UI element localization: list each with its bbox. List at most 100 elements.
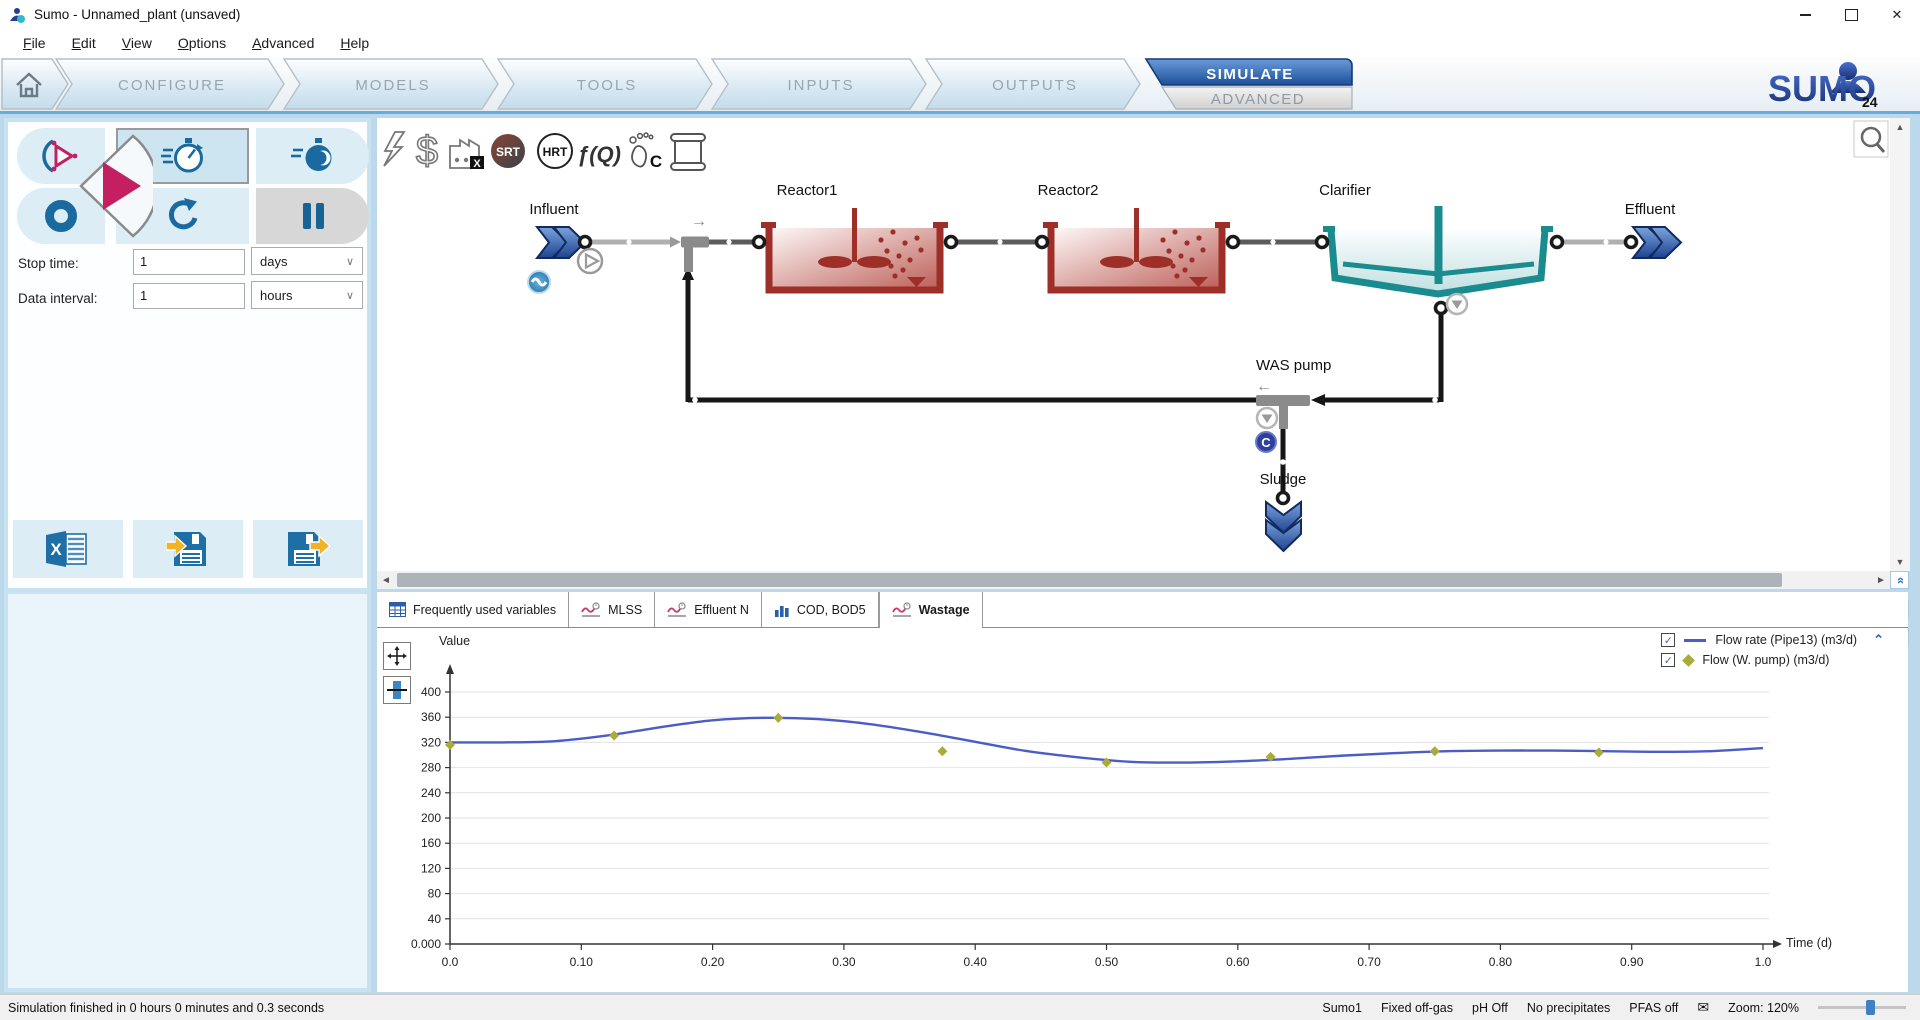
zoom-tool[interactable] [1854, 121, 1888, 157]
tab-frequently-used-variables[interactable]: Frequently used variables [377, 592, 569, 627]
influent-pump-icon[interactable] [578, 249, 602, 273]
save-state-button[interactable] [253, 520, 363, 578]
legend-row-flow-pump: ✓ Flow (W. pump) (m3/d) [1661, 653, 1884, 667]
was-valve-icon[interactable] [1257, 408, 1277, 428]
svg-text:0.20: 0.20 [701, 955, 725, 969]
chart-plot-area[interactable]: 40036032028024020016012080400.0000.00.10… [377, 628, 1908, 992]
effluent-unit[interactable] [1633, 227, 1681, 258]
series1-checkbox[interactable]: ✓ [1661, 633, 1675, 647]
zoom-slider-thumb[interactable] [1866, 1000, 1875, 1015]
chart-axis-button[interactable] [383, 676, 411, 704]
svg-text:1.0: 1.0 [1755, 955, 1772, 969]
menu-view[interactable]: View [109, 31, 165, 55]
svg-text:320: 320 [421, 735, 441, 749]
chevron-down-icon: ∨ [346, 255, 354, 268]
svg-text:MODELS: MODELS [355, 77, 430, 94]
minimize-button[interactable] [1782, 0, 1828, 29]
flowsheet-canvas[interactable]: $ X SRT HRT ƒ(Q) [377, 118, 1890, 571]
plant-export-icon[interactable]: X [450, 140, 484, 170]
reactor1-unit[interactable] [761, 208, 948, 290]
canvas-toolbar: $ X SRT HRT ƒ(Q) [384, 129, 705, 173]
envelope-icon[interactable]: ✉ [1697, 999, 1709, 1016]
canvas-horizontal-scrollbar[interactable]: ◄ ► [377, 571, 1890, 589]
axis-tool-icon [387, 680, 407, 700]
close-button[interactable]: ✕ [1874, 0, 1920, 29]
load-state-button[interactable] [133, 520, 243, 578]
chart-pan-button[interactable] [383, 642, 411, 670]
title-bar: Sumo - Unnamed_plant (unsaved) ✕ [0, 0, 1920, 29]
canvas-vertical-scrollbar[interactable]: ▲ ▼ [1890, 118, 1910, 571]
report-icon[interactable] [671, 134, 705, 170]
flow-direction-arrow: → [691, 213, 707, 230]
status-ph[interactable]: pH Off [1472, 1001, 1508, 1015]
legend-collapse-icon[interactable]: ⌃ [1873, 632, 1884, 648]
tab-configure[interactable]: CONFIGURE [56, 59, 284, 109]
svg-text:$: $ [416, 129, 438, 173]
tab-outputs[interactable]: OUTPUTS [926, 59, 1140, 109]
tab-advanced[interactable]: ADVANCED [1162, 87, 1352, 109]
influent-pattern-icon[interactable] [528, 271, 550, 293]
tab-simulate[interactable]: SIMULATE [1146, 59, 1352, 85]
stop-time-input[interactable]: 1 [133, 249, 245, 275]
menu-file[interactable]: File [10, 31, 59, 55]
run-simulation-button[interactable] [73, 130, 153, 242]
export-excel-button[interactable]: X [13, 520, 123, 578]
data-interval-input[interactable]: 1 [133, 283, 245, 309]
status-offgas[interactable]: Fixed off-gas [1381, 1001, 1453, 1015]
scroll-down-icon[interactable]: ▼ [1896, 553, 1905, 571]
hscroll-thumb[interactable] [397, 573, 1782, 587]
series2-checkbox[interactable]: ✓ [1661, 653, 1675, 667]
reactor2-unit[interactable] [1043, 208, 1230, 290]
menu-advanced[interactable]: Advanced [239, 31, 327, 55]
svg-text:C: C [1261, 435, 1271, 450]
svg-text:80: 80 [428, 887, 442, 901]
zoom-slider[interactable] [1818, 1000, 1906, 1015]
status-precipitates[interactable]: No precipitates [1527, 1001, 1610, 1015]
svg-text:0.90: 0.90 [1620, 955, 1644, 969]
energy-icon[interactable] [384, 132, 404, 166]
tab-models[interactable]: MODELS [284, 59, 498, 109]
stop-time-unit-select[interactable]: days∨ [251, 247, 363, 275]
scroll-left-icon[interactable]: ◄ [377, 571, 395, 589]
svg-text:0.50: 0.50 [1095, 955, 1119, 969]
svg-text:ƒ(Q): ƒ(Q) [577, 142, 621, 167]
maximize-button[interactable] [1828, 0, 1874, 29]
recycle-pipes[interactable] [688, 276, 1441, 494]
simulation-controls-card: Stop time: 1 days∨ Data interval: 1 hour… [8, 122, 367, 588]
pump-controller-badge[interactable]: C [1256, 432, 1276, 452]
svg-text:0.80: 0.80 [1489, 955, 1513, 969]
srt-icon[interactable]: SRT [491, 134, 525, 168]
menu-options[interactable]: Options [165, 31, 239, 55]
legend-row-flow-rate: ✓ Flow rate (Pipe13) (m3/d) ⌃ [1661, 632, 1884, 648]
tab-home[interactable] [2, 59, 68, 109]
tab-effluent-n[interactable]: Effluent N [655, 592, 762, 627]
hrt-icon[interactable]: HRT [538, 134, 572, 168]
flow-function-icon[interactable]: ƒ(Q) [577, 142, 621, 167]
data-interval-unit-select[interactable]: hours∨ [251, 281, 363, 309]
excel-icon: X [46, 531, 90, 567]
scroll-up-icon[interactable]: ▲ [1896, 118, 1905, 136]
clarifier-unit[interactable] [1323, 206, 1553, 294]
sumo-app-window: Sumo - Unnamed_plant (unsaved) ✕ File Ed… [0, 0, 1920, 1020]
clarifier-valve-icon[interactable] [1447, 294, 1467, 314]
tab-inputs[interactable]: INPUTS [712, 59, 926, 109]
overnight-simulation-button[interactable] [256, 128, 369, 184]
menu-help[interactable]: Help [327, 31, 382, 55]
status-zoom-label: Zoom: 120% [1728, 1001, 1799, 1015]
status-pfas[interactable]: PFAS off [1629, 1001, 1678, 1015]
tab-tools[interactable]: TOOLS [498, 59, 712, 109]
flow-pump-point [609, 730, 619, 740]
carbon-footprint-icon[interactable]: C [630, 133, 662, 171]
menu-edit[interactable]: Edit [59, 31, 109, 55]
tab-mlss[interactable]: MLSS [569, 592, 655, 627]
expand-canvas-button[interactable]: » [1890, 571, 1909, 589]
status-model[interactable]: Sumo1 [1322, 1001, 1362, 1015]
influent-splitter[interactable] [681, 237, 709, 273]
cost-icon[interactable]: $ [416, 129, 438, 173]
tab-cod-bod5[interactable]: COD, BOD5 [762, 592, 879, 627]
table-icon [389, 602, 406, 617]
scroll-right-icon[interactable]: ► [1872, 571, 1890, 589]
tab-wastage[interactable]: Wastage [879, 592, 983, 628]
sludge-unit[interactable] [1266, 502, 1301, 551]
pause-button[interactable] [256, 188, 369, 244]
